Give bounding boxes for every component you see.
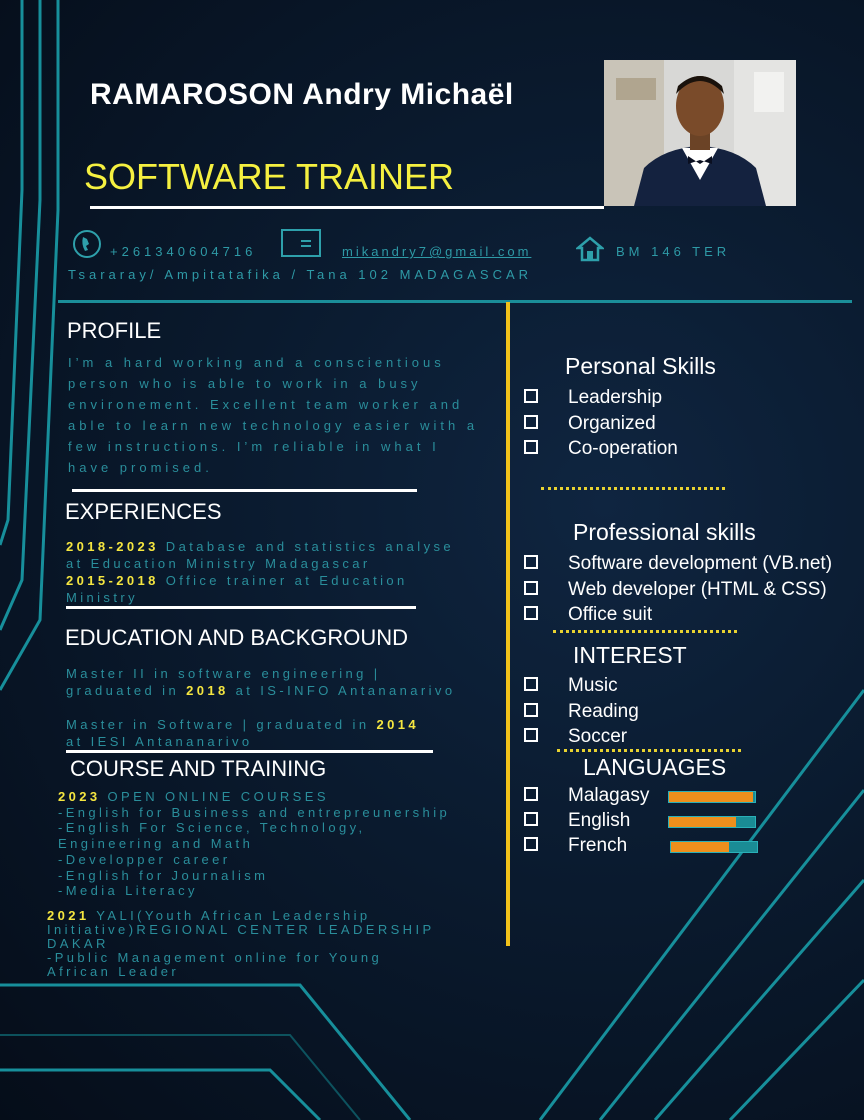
dotted-separator bbox=[541, 487, 725, 490]
languages-heading: LANGUAGES bbox=[583, 754, 727, 780]
language-level-bar bbox=[668, 816, 756, 828]
email-link[interactable]: mikandry7@gmail.com bbox=[342, 244, 531, 259]
profile-text: I’m a hard working and a conscientious p… bbox=[68, 355, 479, 475]
dotted-separator bbox=[557, 749, 741, 752]
experiences-heading: EXPERIENCES bbox=[65, 499, 222, 524]
checkbox-icon bbox=[524, 440, 538, 454]
list-item: Organized bbox=[524, 413, 678, 439]
checkbox-icon bbox=[524, 389, 538, 403]
checkbox-icon bbox=[524, 728, 538, 742]
course-block-2021: 2021 YALI(Youth African Leadership Initi… bbox=[47, 908, 435, 979]
education-item: Master II in software engineering | grad… bbox=[66, 666, 456, 698]
address-line2: Tsararay/ Ampitatafika / Tana 102 MADAGA… bbox=[68, 267, 533, 282]
list-item: Co-operation bbox=[524, 438, 678, 464]
list-item: Malagasy bbox=[524, 785, 756, 810]
list-item: Software development (VB.net) bbox=[524, 553, 832, 579]
home-icon bbox=[574, 236, 606, 262]
language-level-bar bbox=[670, 841, 758, 853]
languages-list: Malagasy English French bbox=[524, 785, 758, 860]
list-item: French bbox=[524, 835, 758, 860]
list-item: Soccer bbox=[524, 726, 639, 752]
checkbox-icon bbox=[524, 837, 538, 851]
address-line1: BM 146 TER bbox=[616, 244, 731, 259]
list-item: English bbox=[524, 810, 756, 835]
education-underline bbox=[66, 750, 433, 753]
personal-skills-list: Leadership Organized Co-operation bbox=[524, 387, 678, 464]
phone-number: +261340604716 bbox=[110, 244, 257, 259]
list-item: Music bbox=[524, 675, 639, 701]
list-item: Office suit bbox=[524, 604, 832, 630]
professional-skills-list: Software development (VB.net) Web develo… bbox=[524, 553, 832, 630]
professional-skills-heading: Professional skills bbox=[573, 519, 756, 545]
experiences-underline bbox=[66, 606, 416, 609]
list-item: Web developer (HTML & CSS) bbox=[524, 579, 832, 605]
section-divider bbox=[58, 300, 852, 303]
profile-underline bbox=[72, 489, 417, 492]
checkbox-icon bbox=[524, 555, 538, 569]
interest-list: Music Reading Soccer bbox=[524, 675, 639, 752]
interest-heading: INTEREST bbox=[573, 642, 687, 668]
checkbox-icon bbox=[524, 702, 538, 717]
experience-item: 2018-2023 Database and statistics analys… bbox=[66, 539, 455, 605]
education-item: Master in Software | graduated in 2014 a… bbox=[66, 717, 419, 749]
checkbox-icon bbox=[524, 606, 538, 620]
checkbox-icon bbox=[524, 787, 538, 801]
list-item: Leadership bbox=[524, 387, 678, 413]
job-title: SOFTWARE TRAINER bbox=[84, 156, 455, 197]
person-name: RAMAROSON Andry Michaël bbox=[90, 78, 514, 111]
mail-icon bbox=[281, 229, 321, 257]
list-item: Reading bbox=[524, 701, 639, 727]
checkbox-icon bbox=[524, 414, 538, 429]
personal-skills-heading: Personal Skills bbox=[565, 353, 716, 379]
education-heading: EDUCATION AND BACKGROUND bbox=[65, 625, 409, 650]
language-level-bar bbox=[668, 791, 756, 803]
phone-icon bbox=[72, 229, 102, 259]
profile-photo bbox=[604, 60, 796, 206]
profile-heading: PROFILE bbox=[67, 318, 162, 343]
courses-heading: COURSE AND TRAINING bbox=[70, 756, 327, 781]
checkbox-icon bbox=[524, 580, 538, 595]
course-block-2023: 2023 OPEN ONLINE COURSES -English for Bu… bbox=[58, 789, 451, 899]
dotted-separator bbox=[553, 630, 737, 633]
checkbox-icon bbox=[524, 812, 538, 826]
header-underline bbox=[90, 206, 604, 209]
checkbox-icon bbox=[524, 677, 538, 691]
